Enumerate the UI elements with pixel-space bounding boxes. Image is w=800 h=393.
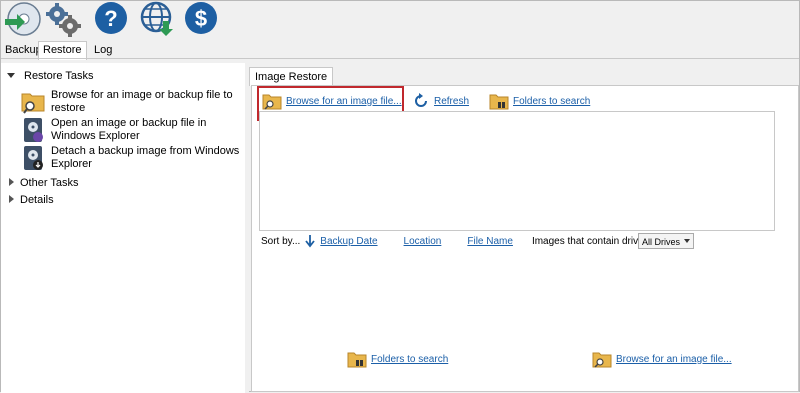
panel-splitter[interactable] xyxy=(245,59,249,393)
details-header[interactable]: Details xyxy=(7,194,54,206)
chevron-down-icon xyxy=(684,239,690,243)
expand-arrow-icon xyxy=(9,195,14,203)
task-browse-label: Browse for an image or backup file to re… xyxy=(51,89,233,114)
folder-binoculars-icon xyxy=(347,352,367,368)
expand-arrow-icon xyxy=(9,178,14,186)
images-drive-label: Images that contain drive: xyxy=(531,235,647,247)
toolbar: ? $ xyxy=(1,1,799,41)
bottom-browse-link[interactable]: Browse for an image file... xyxy=(616,354,732,365)
svg-text:$: $ xyxy=(195,6,207,31)
other-tasks-header[interactable]: Other Tasks xyxy=(7,177,79,189)
tab-log[interactable]: Log xyxy=(90,42,116,58)
folder-search-icon xyxy=(592,352,612,368)
settings-gears-icon[interactable] xyxy=(45,1,81,37)
drive-select-value: All Drives xyxy=(642,237,681,247)
other-tasks-label: Other Tasks xyxy=(20,177,79,189)
task-detach-label: Detach a backup image from Windows Explo… xyxy=(51,145,240,170)
task-open-label: Open an image or backup file in Windows … xyxy=(51,117,207,142)
sort-location-link[interactable]: Location xyxy=(404,236,442,247)
svg-text:?: ? xyxy=(104,6,117,31)
drive-select[interactable]: All Drives xyxy=(638,233,694,249)
details-label: Details xyxy=(20,194,54,206)
help-icon[interactable]: ? xyxy=(93,1,129,37)
refresh-link-row[interactable]: Refresh xyxy=(412,92,469,110)
sort-backup-date-link[interactable]: Backup Date xyxy=(320,236,377,247)
disk-detach-icon xyxy=(24,146,43,170)
restore-tasks-title: Restore Tasks xyxy=(24,70,94,82)
sort-file-name-link[interactable]: File Name xyxy=(467,236,513,247)
refresh-icon xyxy=(415,93,427,107)
disk-open-icon xyxy=(24,118,43,142)
bottom-browse-link-row[interactable]: Browse for an image file... xyxy=(592,350,732,368)
sort-by-label: Sort by... xyxy=(261,235,301,247)
task-detach-image[interactable]: Detach a backup image from Windows Explo… xyxy=(21,145,243,171)
bottom-folders-link[interactable]: Folders to search xyxy=(371,354,448,365)
collapse-arrow-icon xyxy=(7,73,15,78)
dollar-icon[interactable]: $ xyxy=(183,1,219,37)
bottom-folders-link-row[interactable]: Folders to search xyxy=(347,350,448,368)
task-browse-image[interactable]: Browse for an image or backup file to re… xyxy=(21,89,243,115)
folders-search-link-row[interactable]: Folders to search xyxy=(489,92,590,110)
folder-search-icon xyxy=(21,93,45,114)
image-results-list[interactable] xyxy=(259,111,775,231)
sort-down-arrow-icon xyxy=(305,235,315,248)
folder-binoculars-icon xyxy=(489,94,509,110)
web-download-icon[interactable] xyxy=(139,1,175,37)
tab-divider xyxy=(1,58,799,59)
tab-image-restore[interactable]: Image Restore xyxy=(249,67,334,86)
refresh-link[interactable]: Refresh xyxy=(434,96,469,107)
main-tabs: Backup Restore Log xyxy=(1,41,799,60)
task-open-in-explorer[interactable]: Open an image or backup file in Windows … xyxy=(21,117,243,143)
folders-search-link[interactable]: Folders to search xyxy=(513,96,590,107)
sort-row: Sort by... Backup Date Location File Nam… xyxy=(261,234,646,248)
disk-restore-icon[interactable] xyxy=(3,1,41,37)
left-task-panel: Restore Tasks Browse for an image or bac… xyxy=(1,63,245,393)
restore-tasks-header[interactable]: Restore Tasks xyxy=(7,70,94,82)
